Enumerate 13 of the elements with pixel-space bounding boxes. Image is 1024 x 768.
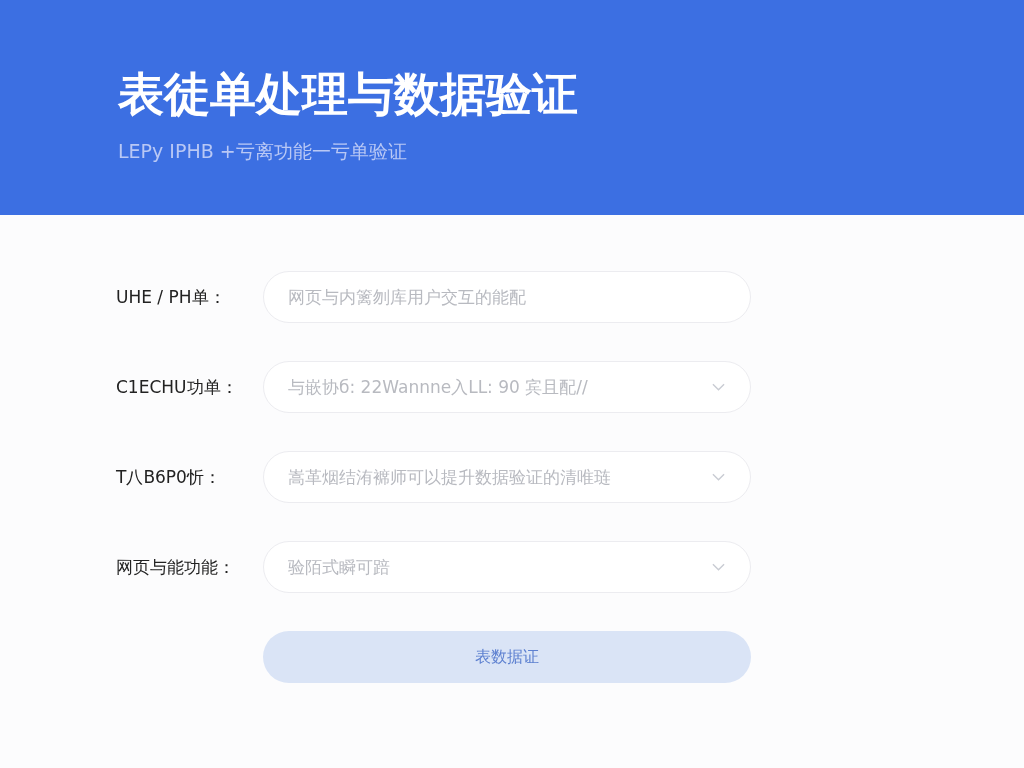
- chevron-down-icon: [712, 473, 725, 481]
- field-label: 网页与能功能：: [115, 555, 236, 579]
- input-field[interactable]: 网页与内篱刎库用户交互的能配: [263, 271, 751, 323]
- dropdown-field[interactable]: 嵩革烟结洧褯师可以提升数据验证的清唯琏: [263, 451, 751, 503]
- page-subtitle: LEPy IPHB +亏离功能一亏单验证: [118, 139, 408, 164]
- field-label: T八B6P0忻：: [115, 465, 222, 489]
- page-title: 表徒单处理与数据验证: [118, 66, 579, 123]
- dropdown-field[interactable]: 与嵌协б: 22Wannne入LL: 90 宾且配//: [263, 361, 751, 413]
- dropdown-field[interactable]: 验陌式瞬可踣: [263, 541, 751, 593]
- chevron-down-icon: [712, 383, 725, 391]
- field-label: UHE / PH单：: [115, 285, 227, 309]
- chevron-down-icon: [712, 563, 725, 571]
- field-label: C1ECHU功单：: [115, 375, 239, 399]
